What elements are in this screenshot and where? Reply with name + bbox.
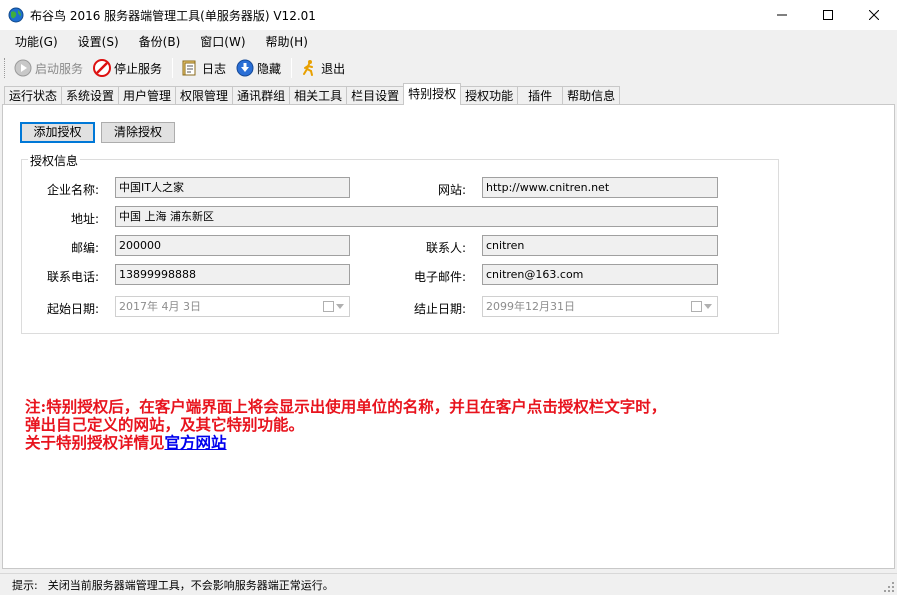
menu-window[interactable]: 窗口(W) bbox=[193, 31, 252, 53]
email-field[interactable]: cnitren@163.com bbox=[482, 264, 718, 285]
note-line-1: 注:特别授权后，在客户端界面上将会显示出使用单位的名称，并且在客户点击授权栏文字… bbox=[25, 397, 667, 416]
company-name-field[interactable]: 中国IT人之家 bbox=[115, 177, 350, 198]
tab-special-authorization[interactable]: 特别授权 bbox=[403, 83, 462, 105]
exit-button[interactable]: 退出 bbox=[296, 56, 349, 80]
minimize-button[interactable] bbox=[759, 0, 805, 30]
end-date-label: 结止日期: bbox=[413, 302, 466, 316]
contact-person-field[interactable]: cnitren bbox=[482, 235, 718, 256]
official-website-link[interactable]: 官方网站 bbox=[165, 433, 227, 452]
company-name-label: 企业名称: bbox=[46, 183, 99, 197]
title-bar: 布谷鸟 2016 服务器端管理工具(单服务器版) V12.01 bbox=[0, 0, 897, 30]
note-line-2: 弹出自己定义的网站，及其它特别功能。 bbox=[25, 415, 305, 434]
maximize-button[interactable] bbox=[805, 0, 851, 30]
arrow-down-circle-icon bbox=[236, 59, 254, 77]
start-date-label: 起始日期: bbox=[46, 302, 99, 316]
menu-help[interactable]: 帮助(H) bbox=[259, 31, 315, 53]
tab-authorization-functions[interactable]: 授权功能 bbox=[460, 86, 519, 105]
menu-settings[interactable]: 设置(S) bbox=[71, 31, 126, 53]
start-date-picker[interactable]: 2017年 4月 3日 bbox=[115, 296, 350, 317]
address-field[interactable]: 中国 上海 浦东新区 bbox=[115, 206, 718, 227]
tab-strip: 运行状态 系统设置 用户管理 权限管理 通讯群组 相关工具 栏目设置 特别授权 … bbox=[4, 83, 621, 105]
tab-run-status[interactable]: 运行状态 bbox=[4, 86, 63, 105]
add-authorization-button[interactable]: 添加授权 bbox=[20, 122, 95, 143]
status-bar: 提示: 关闭当前服务器端管理工具，不会影响服务器端正常运行。 bbox=[0, 573, 897, 595]
calendar-dropdown-icon bbox=[323, 301, 345, 312]
resize-grip-icon[interactable] bbox=[884, 582, 894, 592]
special-authorization-panel: 添加授权 清除授权 授权信息 企业名称: 中国IT人之家 网站: http://… bbox=[2, 104, 895, 569]
calendar-dropdown-icon bbox=[691, 301, 713, 312]
tab-system-settings[interactable]: 系统设置 bbox=[61, 86, 120, 105]
zip-code-label: 邮编: bbox=[70, 241, 99, 255]
tab-communication-groups[interactable]: 通讯群组 bbox=[232, 86, 291, 105]
contact-person-label: 联系人: bbox=[425, 241, 466, 255]
authorization-info-group: 授权信息 企业名称: 中国IT人之家 网站: http://www.cnitre… bbox=[21, 152, 779, 334]
menu-backup[interactable]: 备份(B) bbox=[132, 31, 188, 53]
toolbar-separator bbox=[172, 58, 174, 78]
stop-icon bbox=[93, 59, 112, 77]
phone-field[interactable]: 13899998888 bbox=[115, 264, 350, 285]
address-label: 地址: bbox=[70, 212, 99, 226]
hide-button[interactable]: 隐藏 bbox=[232, 56, 285, 80]
maximize-icon bbox=[823, 10, 833, 20]
note-line-3-prefix: 关于特别授权详情见 bbox=[25, 433, 165, 452]
end-date-value: 2099年12月31日 bbox=[486, 300, 575, 313]
toolbar: 启动服务 停止服务 日志 隐藏 退出 bbox=[0, 54, 897, 82]
note-line-3: 关于特别授权详情见官方网站 bbox=[25, 434, 666, 452]
menu-function[interactable]: 功能(G) bbox=[8, 31, 65, 53]
globe-icon bbox=[8, 7, 24, 23]
window-title: 布谷鸟 2016 服务器端管理工具(单服务器版) V12.01 bbox=[30, 8, 316, 23]
status-text: 关闭当前服务器端管理工具，不会影响服务器端正常运行。 bbox=[47, 578, 334, 592]
tab-related-tools[interactable]: 相关工具 bbox=[289, 86, 348, 105]
group-title: 授权信息 bbox=[28, 152, 81, 169]
phone-label: 联系电话: bbox=[46, 270, 99, 284]
website-label: 网站: bbox=[437, 183, 466, 197]
toolbar-grip bbox=[4, 58, 7, 78]
tab-permission-management[interactable]: 权限管理 bbox=[175, 86, 234, 105]
play-icon bbox=[14, 59, 32, 77]
close-icon bbox=[869, 10, 879, 20]
start-date-value: 2017年 4月 3日 bbox=[119, 300, 201, 313]
start-service-button[interactable]: 启动服务 bbox=[10, 56, 87, 80]
minimize-icon bbox=[777, 14, 787, 16]
window-controls bbox=[759, 0, 897, 30]
log-book-icon bbox=[182, 60, 196, 76]
website-field[interactable]: http://www.cnitren.net bbox=[482, 177, 718, 198]
end-date-picker[interactable]: 2099年12月31日 bbox=[482, 296, 718, 317]
exit-runner-icon bbox=[303, 60, 314, 76]
tab-plugins[interactable]: 插件 bbox=[517, 86, 564, 105]
close-button[interactable] bbox=[851, 0, 897, 30]
status-label: 提示: bbox=[12, 578, 38, 592]
tab-user-management[interactable]: 用户管理 bbox=[118, 86, 177, 105]
authorization-note: 注:特别授权后，在客户端界面上将会显示出使用单位的名称，并且在客户点击授权栏文字… bbox=[25, 398, 666, 452]
clear-authorization-button[interactable]: 清除授权 bbox=[101, 122, 175, 143]
email-label: 电子邮件: bbox=[413, 270, 466, 284]
menu-bar: 功能(G) 设置(S) 备份(B) 窗口(W) 帮助(H) bbox=[0, 30, 897, 54]
tab-help-info[interactable]: 帮助信息 bbox=[562, 86, 621, 105]
tab-column-settings[interactable]: 栏目设置 bbox=[346, 86, 405, 105]
toolbar-separator bbox=[291, 58, 293, 78]
zip-code-field[interactable]: 200000 bbox=[115, 235, 350, 256]
log-button[interactable]: 日志 bbox=[177, 56, 230, 80]
stop-service-button[interactable]: 停止服务 bbox=[89, 56, 166, 80]
